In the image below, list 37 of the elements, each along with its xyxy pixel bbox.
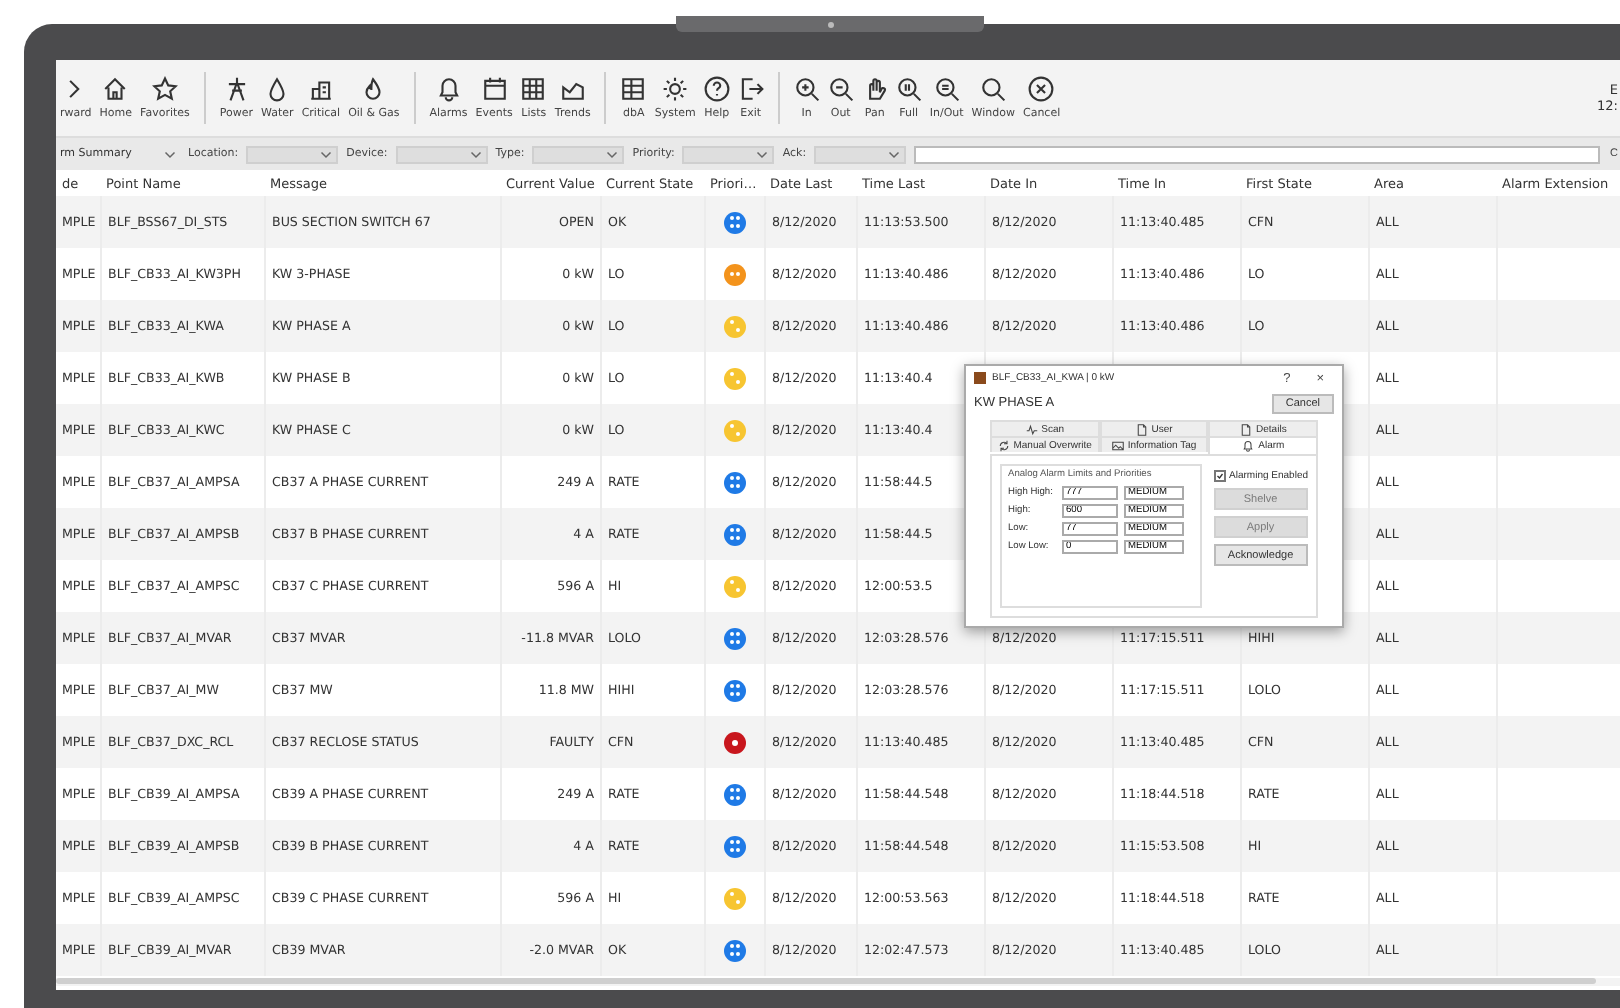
caret-icon bbox=[469, 148, 482, 160]
document-icon bbox=[1240, 423, 1253, 435]
filter-input[interactable] bbox=[914, 145, 1601, 163]
filter-dropdown[interactable] bbox=[532, 145, 625, 163]
magnifier-icon bbox=[933, 76, 960, 102]
app-icon bbox=[974, 372, 986, 384]
image-icon bbox=[1111, 439, 1124, 451]
wave-icon bbox=[1025, 423, 1038, 435]
caret-icon bbox=[888, 148, 901, 160]
filter-dropdown[interactable] bbox=[814, 145, 907, 163]
home-icon bbox=[102, 76, 129, 102]
caret-icon bbox=[606, 148, 619, 160]
star-icon bbox=[151, 76, 178, 102]
zoom-in-icon bbox=[793, 76, 820, 102]
filter-dropdown[interactable] bbox=[682, 145, 775, 163]
cancel-icon bbox=[1028, 76, 1055, 102]
filter-dropdown[interactable] bbox=[395, 145, 488, 163]
calendar-icon bbox=[481, 76, 508, 102]
help-icon bbox=[703, 76, 730, 102]
magnifier-icon bbox=[895, 76, 922, 102]
checkbox[interactable] bbox=[1213, 470, 1226, 482]
magnifier-icon bbox=[980, 76, 1007, 102]
document-icon bbox=[1135, 423, 1148, 435]
tower-icon bbox=[223, 76, 250, 102]
caret-icon bbox=[320, 148, 333, 160]
bell-icon bbox=[435, 76, 462, 102]
scrollbar[interactable] bbox=[56, 978, 1596, 984]
grid-icon bbox=[520, 76, 547, 102]
filter-dropdown[interactable] bbox=[246, 145, 339, 163]
table-icon bbox=[620, 76, 647, 102]
exit-icon bbox=[737, 76, 764, 102]
bell-icon bbox=[1242, 440, 1255, 452]
building-icon bbox=[307, 76, 334, 102]
zoom-out-icon bbox=[827, 76, 854, 102]
caret-icon bbox=[756, 148, 769, 160]
caret-icon bbox=[164, 148, 176, 160]
refresh-icon bbox=[997, 439, 1010, 451]
